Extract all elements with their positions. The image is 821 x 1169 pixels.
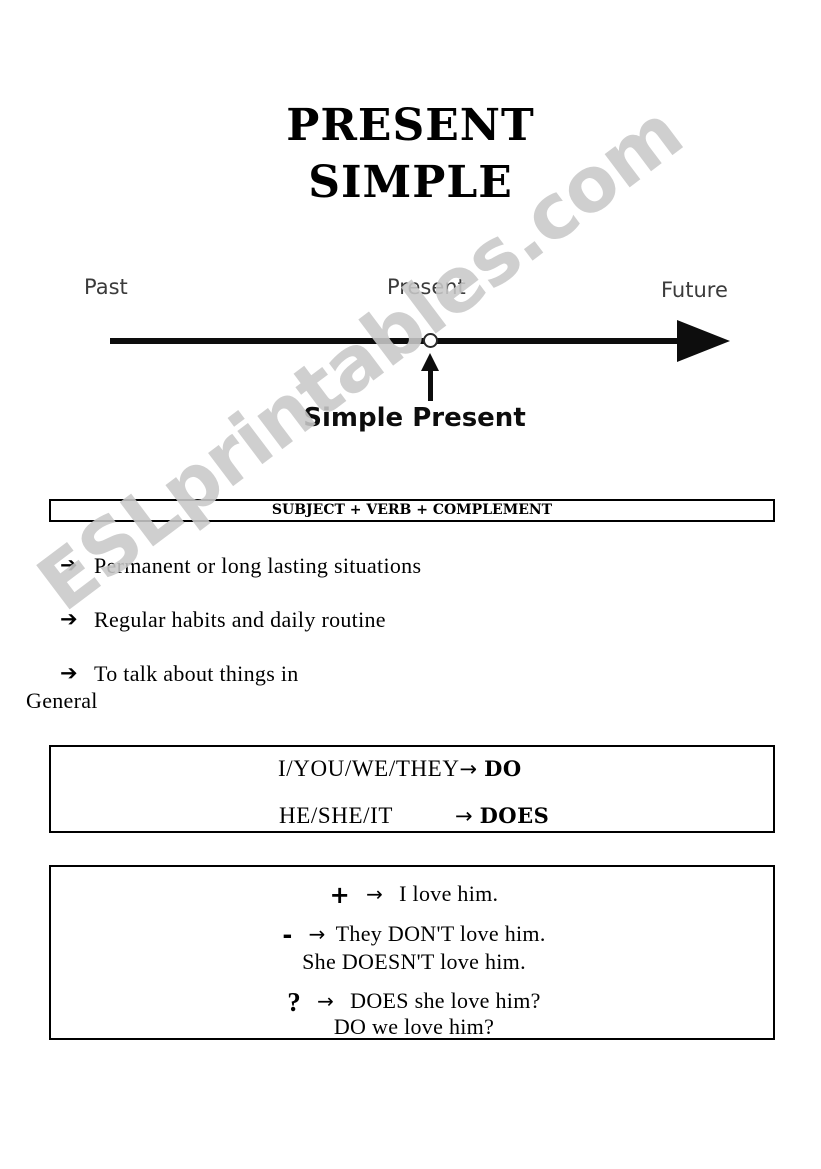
timeline-axis-line bbox=[110, 338, 710, 344]
timeline-label-future: Future bbox=[661, 278, 728, 302]
auxiliary-subjects: HE/SHE/IT bbox=[279, 803, 393, 828]
example-line: She DOESN'T love him. bbox=[51, 949, 777, 975]
list-item: ➔ To talk about things in General bbox=[26, 660, 680, 714]
up-arrow-shaft bbox=[428, 361, 433, 401]
polarity-symbol-negative: - bbox=[282, 921, 293, 949]
auxiliary-verb: DO bbox=[484, 756, 522, 781]
example-sentence: I love him. bbox=[399, 881, 499, 906]
bullet-arrow-icon: ➔ bbox=[60, 661, 78, 685]
formula-box: SUBJECT + VERB + COMPLEMENT bbox=[49, 499, 775, 522]
timeline-label-past: Past bbox=[84, 275, 128, 299]
examples-box: + → I love him. - → They DON'T love him. She… bbox=[49, 865, 775, 1040]
example-line: ? → DOES she love him? bbox=[51, 984, 777, 1017]
arrow-right-icon: → bbox=[317, 989, 335, 1013]
page-title: PRESENT SIMPLE bbox=[0, 97, 821, 211]
usage-list: ➔ Permanent or long lasting situations ➔ R… bbox=[26, 552, 680, 740]
formula-text: SUBJECT + VERB + COMPLEMENT bbox=[271, 502, 553, 518]
auxiliary-subjects: I/YOU/WE/THEY bbox=[278, 756, 460, 781]
polarity-symbol-affirmative: + bbox=[329, 881, 351, 909]
timeline-now-dot bbox=[423, 333, 438, 348]
arrow-right-icon: → bbox=[459, 757, 478, 781]
polarity-symbol-interrogative: ? bbox=[287, 987, 302, 1017]
timeline-caption: Simple Present bbox=[0, 403, 821, 433]
example-sentence: They DON'T love him. bbox=[335, 921, 546, 946]
arrow-right-icon: → bbox=[308, 922, 326, 946]
example-sentence: DOES she love him? bbox=[350, 988, 541, 1013]
example-sentence: DO we love him? bbox=[333, 1014, 495, 1039]
list-item-label: Permanent or long lasting situations bbox=[94, 553, 422, 578]
bullet-arrow-icon: ➔ bbox=[60, 607, 78, 631]
right-arrowhead-icon bbox=[677, 320, 730, 362]
bullet-arrow-icon: ➔ bbox=[60, 553, 78, 577]
arrow-right-icon: → bbox=[455, 804, 474, 828]
list-item-label: To talk about things in bbox=[94, 661, 299, 686]
auxiliary-row: HE/SHE/IT → DOES bbox=[279, 803, 549, 829]
list-item: ➔ Permanent or long lasting situations bbox=[60, 552, 680, 580]
arrow-right-icon: → bbox=[366, 882, 384, 906]
list-item-label-continuation: General bbox=[26, 688, 98, 713]
example-line: DO we love him? bbox=[51, 1014, 777, 1040]
timeline-caption-text: Simple Present bbox=[303, 403, 526, 433]
list-item: ➔ Regular habits and daily routine bbox=[60, 606, 680, 634]
auxiliary-box: I/YOU/WE/THEY→ DO HE/SHE/IT → DOES bbox=[49, 745, 775, 833]
page-title-line-2: SIMPLE bbox=[308, 157, 513, 208]
example-line: + → I love him. bbox=[51, 879, 777, 909]
example-sentence: She DOESN'T love him. bbox=[302, 949, 526, 974]
timeline-diagram: Past Present Future Simple Present bbox=[0, 258, 821, 448]
example-line: - → They DON'T love him. bbox=[51, 919, 777, 949]
timeline-label-present: Present bbox=[387, 275, 466, 299]
auxiliary-row: I/YOU/WE/THEY→ DO bbox=[278, 756, 522, 782]
auxiliary-verb: DOES bbox=[479, 803, 550, 828]
page-title-line-1: PRESENT bbox=[286, 100, 535, 151]
worksheet-page: ESLprintables.com PRESENT SIMPLE Past Pr… bbox=[0, 0, 821, 1169]
list-item-label: Regular habits and daily routine bbox=[94, 607, 386, 632]
